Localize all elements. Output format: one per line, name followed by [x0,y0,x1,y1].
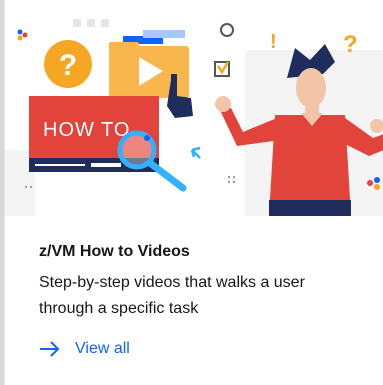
card-title: z/VM How to Videos [39,243,190,260]
svg-text:!: ! [270,31,277,53]
svg-text:HOW TO: HOW TO [43,119,130,141]
view-all-link[interactable]: View all [39,340,130,358]
view-all-label: View all [75,340,130,357]
hero-illustration: ? ! ? HOW TO [5,0,383,216]
svg-text:?: ? [59,49,77,82]
question-mark-icon: ? [44,40,92,88]
how-to-videos-card[interactable]: ? ! ? HOW TO z/VM How to Videos Step-by-… [4,0,383,385]
arrow-right-icon [40,341,60,357]
decor-squares [73,19,109,27]
card-description: Step-by-step videos that walks a user th… [39,274,305,317]
svg-text:?: ? [343,31,358,58]
how-to-video-illustration: ? ! ? HOW TO [5,0,383,216]
